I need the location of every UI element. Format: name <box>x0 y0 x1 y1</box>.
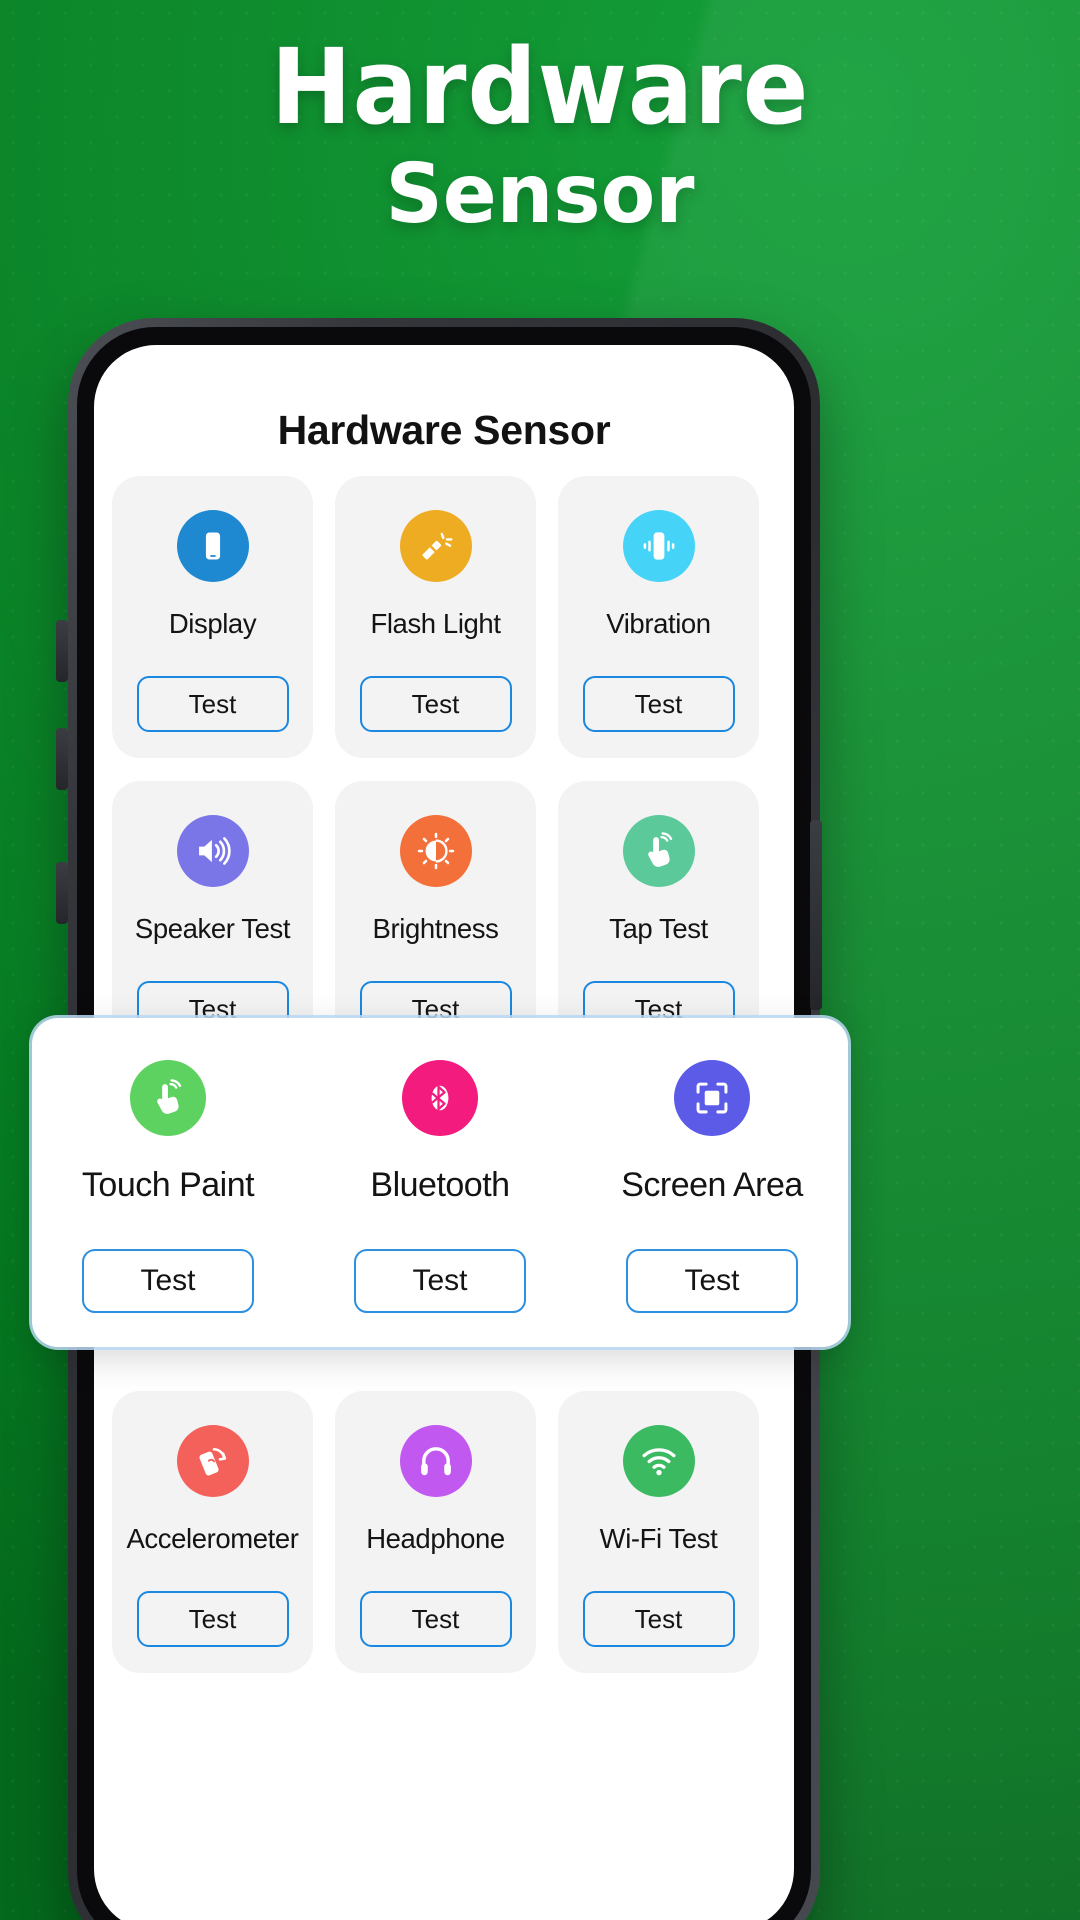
hero-title-line-1: Hardware <box>270 26 810 148</box>
sensor-card-bluetooth[interactable]: Bluetooth Test <box>304 1060 576 1313</box>
sensor-card-touch-paint[interactable]: Touch Paint Test <box>32 1060 304 1313</box>
sensor-card-label: Speaker Test <box>134 913 291 944</box>
sensor-card-label: Display <box>168 608 257 639</box>
test-button[interactable]: Test <box>354 1249 526 1313</box>
test-button[interactable]: Test <box>136 676 289 732</box>
wifi-icon <box>622 1425 695 1497</box>
hero-title: Hardware Sensor <box>0 0 1080 300</box>
sensor-card-label: Accelerometer <box>126 1523 299 1554</box>
sensor-card-headphone[interactable]: Headphone Test <box>335 1391 536 1673</box>
test-button[interactable]: Test <box>582 676 735 732</box>
bluetooth-icon <box>402 1060 478 1136</box>
flashlight-icon <box>399 510 472 582</box>
sensor-card-label: Brightness <box>372 913 499 944</box>
test-button[interactable]: Test <box>582 1591 735 1647</box>
sensor-card-screen-area[interactable]: Screen Area Test <box>576 1060 848 1313</box>
sensor-card-label: Tap Test <box>609 913 708 944</box>
sensor-card-label: Bluetooth <box>370 1166 510 1204</box>
highlighted-sensor-panel[interactable]: Touch Paint Test Bluetooth Test Screen Area T… <box>32 1018 848 1347</box>
phone-power-button <box>810 820 822 1010</box>
sensor-card-vibration[interactable]: Vibration Test <box>558 476 759 758</box>
sensor-card-label: Touch Paint <box>81 1166 255 1204</box>
sensor-card-display[interactable]: Display Test <box>112 476 313 758</box>
test-button[interactable]: Test <box>359 676 512 732</box>
phone-volume-up-button <box>56 620 68 682</box>
tap-icon <box>622 815 695 887</box>
test-button[interactable]: Test <box>359 1591 512 1647</box>
speaker-icon <box>176 815 249 887</box>
sensor-card-wi-fi-test[interactable]: Wi-Fi Test Test <box>558 1391 759 1673</box>
sensor-card-accelerometer[interactable]: Accelerometer Test <box>112 1391 313 1673</box>
hero-title-line-2: Sensor <box>385 147 695 243</box>
test-button[interactable]: Test <box>82 1249 254 1313</box>
phone-display-icon <box>176 510 249 582</box>
accelerometer-icon <box>176 1425 249 1497</box>
phone-mute-button <box>56 862 68 924</box>
phone-volume-down-button <box>56 728 68 790</box>
screen-area-icon <box>674 1060 750 1136</box>
test-button[interactable]: Test <box>626 1249 798 1313</box>
headphone-icon <box>399 1425 472 1497</box>
vibration-icon <box>622 510 695 582</box>
sensor-card-label: Headphone <box>366 1523 505 1554</box>
sensor-card-label: Screen Area <box>621 1166 803 1204</box>
sensor-card-label: Flash Light <box>370 608 501 639</box>
touch-paint-icon <box>130 1060 206 1136</box>
sensor-card-label: Wi-Fi Test <box>599 1523 718 1554</box>
page-title: Hardware Sensor <box>277 407 611 453</box>
sensor-card-label: Vibration <box>606 608 711 639</box>
sensor-card-flash-light[interactable]: Flash Light Test <box>335 476 536 758</box>
test-button[interactable]: Test <box>136 1591 289 1647</box>
brightness-icon <box>399 815 472 887</box>
